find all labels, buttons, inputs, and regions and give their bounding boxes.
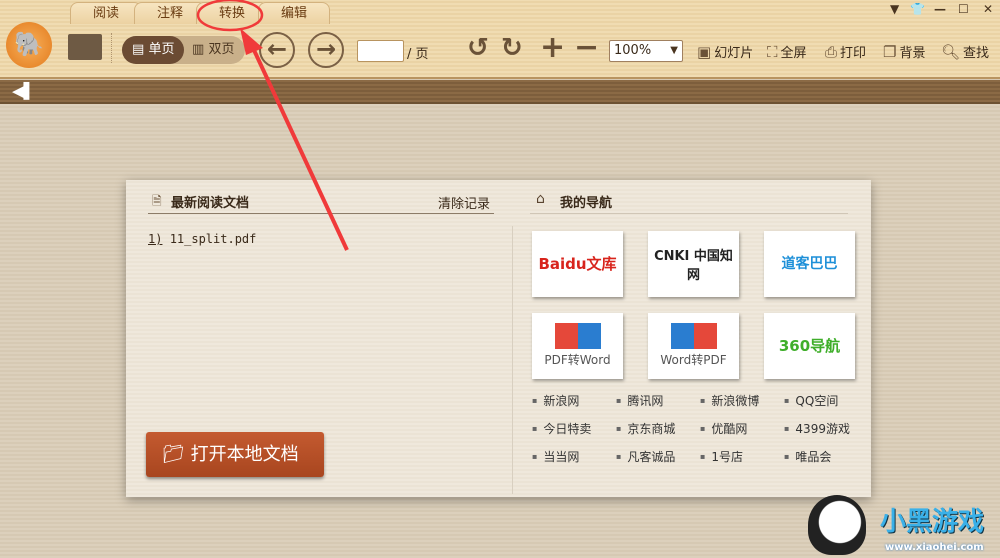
arrow-head-icon (240, 28, 263, 55)
highlight-ellipse (196, 0, 264, 32)
annotation-overlay (196, 0, 349, 251)
annotation-arrow (251, 47, 349, 251)
